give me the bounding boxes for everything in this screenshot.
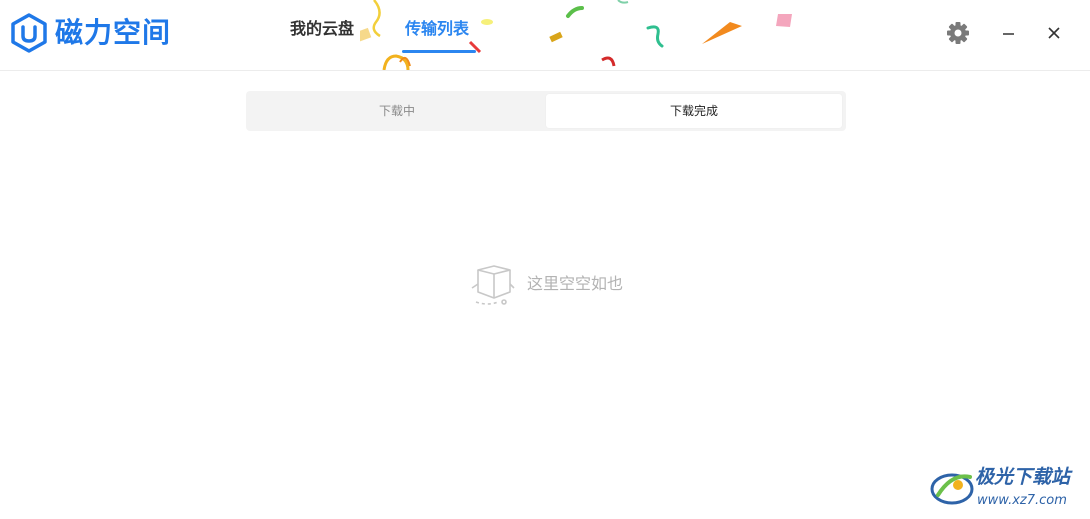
close-icon[interactable] <box>1041 20 1067 46</box>
minimize-icon[interactable] <box>996 20 1022 46</box>
tab-my-cloud[interactable]: 我的云盘 <box>290 18 354 40</box>
tab-transfer-list[interactable]: 传输列表 <box>405 18 469 40</box>
watermark-name: 极光下载站 <box>975 466 1071 488</box>
empty-state: 这里空空如也 <box>468 262 668 308</box>
empty-message: 这里空空如也 <box>527 274 624 293</box>
empty-box-icon <box>471 265 515 305</box>
hexagon-u-logo-icon <box>11 13 47 53</box>
title-bar: 磁力空间 我的云盘 传输列表 <box>0 0 1090 71</box>
segment-download-completed[interactable]: 下载完成 <box>546 94 842 128</box>
watermark-logo-icon <box>930 473 974 505</box>
segment-downloading[interactable]: 下载中 <box>249 94 545 128</box>
transfer-segmented-control: 下载中 下载完成 <box>246 91 846 131</box>
gear-icon[interactable] <box>945 20 971 46</box>
watermark-url: www.xz7.com <box>977 493 1067 508</box>
active-tab-indicator <box>402 50 476 53</box>
app-title: 磁力空间 <box>55 16 172 49</box>
